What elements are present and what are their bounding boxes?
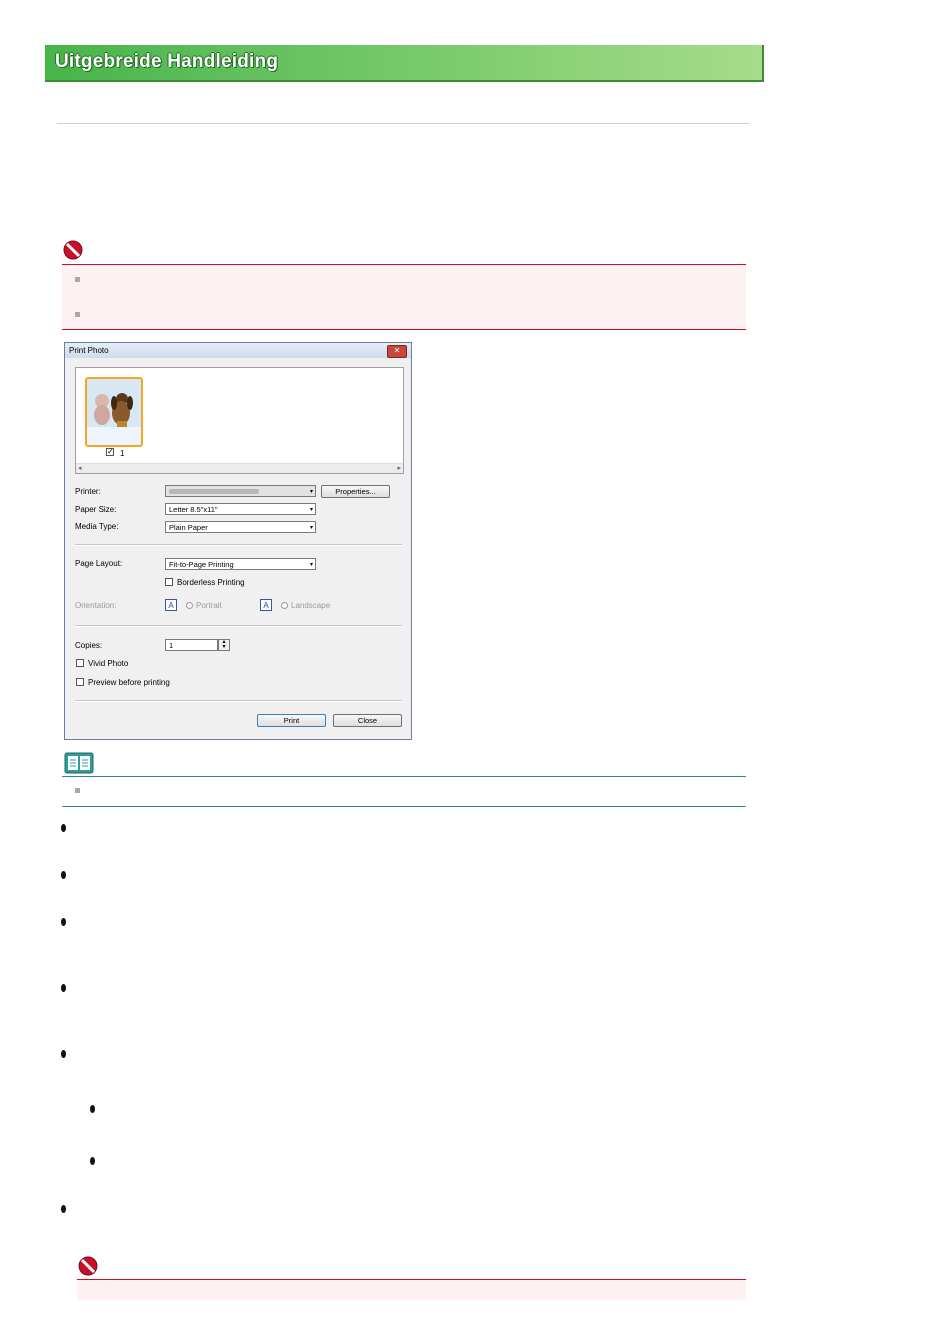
paper-size-label: Paper Size:	[75, 505, 117, 514]
scroll-left-icon[interactable]: ◂	[78, 464, 82, 472]
list-square-bullet	[75, 788, 80, 793]
dialog-titlebar: Print Photo ✕	[65, 343, 411, 358]
thumbnail-number: 1	[120, 449, 125, 458]
orientation-label: Orientation:	[75, 601, 117, 610]
portrait-radio[interactable]	[186, 602, 193, 609]
bullet	[61, 1050, 66, 1058]
chevron-down-icon: ▾	[309, 489, 313, 495]
photo-thumbnail-area: ✓ 1 ◂ ▸	[75, 367, 404, 474]
list-square-bullet	[75, 277, 80, 282]
copies-value: 1	[169, 641, 174, 650]
thumbnail-checkbox[interactable]: ✓	[106, 447, 114, 456]
page-layout-label: Page Layout:	[75, 559, 123, 568]
borderless-label: Borderless Printing	[177, 578, 245, 587]
printer-value-blurred	[169, 489, 259, 494]
chevron-down-icon: ▾	[309, 507, 313, 513]
header-divider	[57, 123, 750, 124]
copies-label: Copies:	[75, 641, 103, 650]
media-type-label: Media Type:	[75, 522, 119, 531]
landscape-label: Landscape	[291, 601, 331, 610]
bullet	[61, 1205, 66, 1213]
photo-image	[87, 379, 141, 445]
chevron-down-icon: ▾	[309, 525, 313, 531]
spin-down-icon[interactable]: ▾	[219, 644, 229, 650]
sub-bullet	[90, 1105, 95, 1113]
close-button[interactable]: Close	[333, 714, 402, 727]
caution-icon	[78, 1256, 98, 1276]
section-divider	[75, 700, 402, 702]
preview-checkbox[interactable]	[76, 678, 84, 686]
media-type-select[interactable]: Plain Paper ▾	[165, 521, 316, 533]
preview-label: Preview before printing	[88, 678, 170, 687]
dialog-title: Print Photo	[69, 346, 109, 355]
horizontal-scrollbar[interactable]: ◂ ▸	[76, 463, 403, 473]
paper-size-value: Letter 8.5"x11"	[169, 505, 218, 514]
portrait-label: Portrait	[196, 601, 222, 610]
vivid-photo-checkbox[interactable]	[76, 659, 84, 667]
caution-icon	[63, 240, 83, 260]
caution-box	[77, 1279, 746, 1300]
printer-label: Printer:	[75, 487, 101, 496]
caution-box	[62, 264, 746, 330]
printer-select[interactable]: ▾	[165, 485, 316, 497]
landscape-radio[interactable]	[281, 602, 288, 609]
close-icon[interactable]: ✕	[387, 345, 407, 358]
sub-bullet	[90, 1157, 95, 1165]
note-icon	[64, 752, 94, 774]
print-button[interactable]: Print	[257, 714, 326, 727]
chevron-down-icon: ▾	[309, 562, 313, 568]
manual-title: Uitgebreide Handleiding	[55, 51, 279, 72]
copies-input[interactable]: 1	[165, 639, 218, 651]
bullet	[61, 984, 66, 992]
section-divider	[75, 544, 402, 546]
borderless-checkbox[interactable]	[165, 578, 173, 586]
photo-thumbnail[interactable]	[85, 377, 143, 447]
bullet	[61, 824, 66, 832]
page-layout-select[interactable]: Fit-to-Page Printing ▾	[165, 558, 316, 570]
print-photo-dialog: Print Photo ✕ ✓ 1 ◂ ▸ Printer: ▾ Propert…	[64, 342, 412, 740]
bullet	[61, 871, 66, 879]
paper-size-select[interactable]: Letter 8.5"x11" ▾	[165, 503, 316, 515]
page-layout-value: Fit-to-Page Printing	[169, 560, 234, 569]
scroll-right-icon[interactable]: ▸	[397, 464, 401, 472]
copies-stepper[interactable]: ▴ ▾	[218, 639, 230, 651]
properties-button[interactable]: Properties...	[321, 485, 390, 498]
section-divider	[75, 625, 402, 627]
manual-banner: Uitgebreide Handleiding	[45, 45, 764, 82]
vivid-photo-label: Vivid Photo	[88, 659, 129, 668]
bullet	[61, 918, 66, 926]
portrait-orientation-icon: A	[165, 599, 177, 611]
landscape-orientation-icon: A	[260, 599, 272, 611]
list-square-bullet	[75, 312, 80, 317]
check-icon: ✓	[107, 447, 114, 456]
note-box	[62, 776, 746, 807]
media-type-value: Plain Paper	[169, 523, 208, 532]
